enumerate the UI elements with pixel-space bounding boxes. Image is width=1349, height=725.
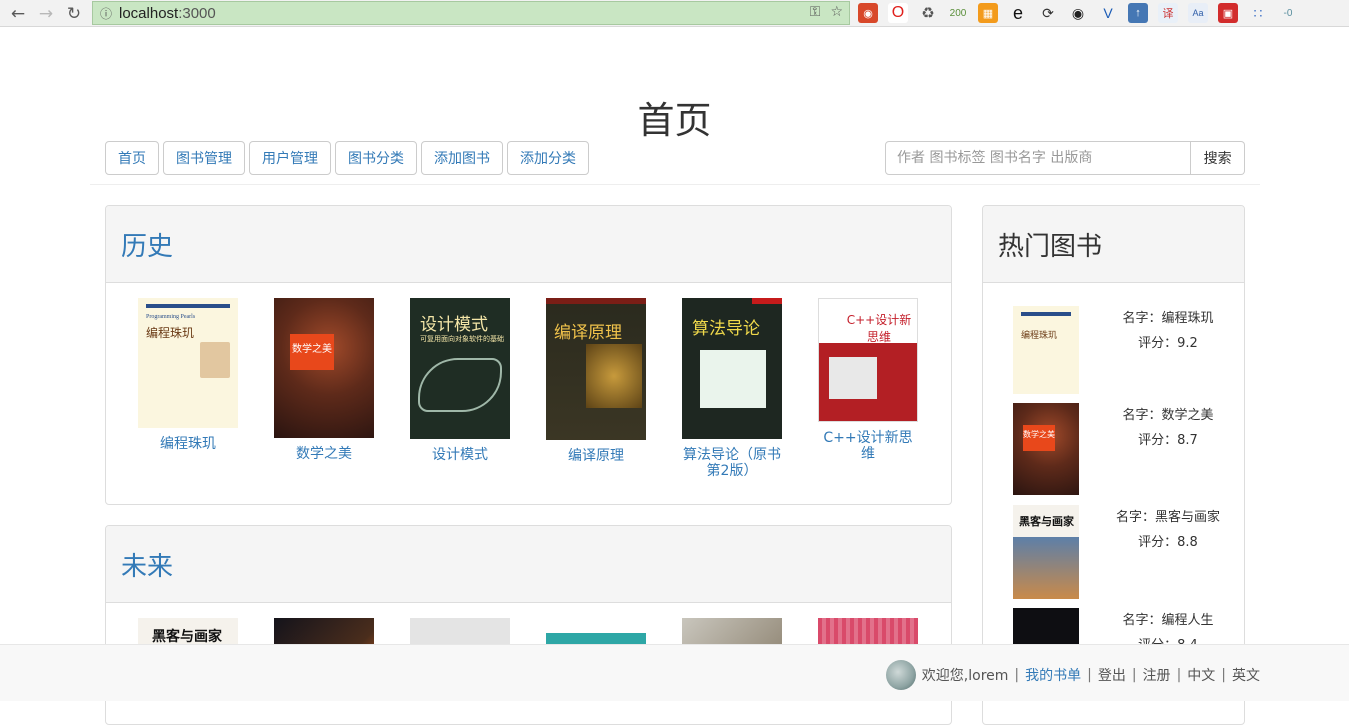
book-card[interactable]: 数学之美 数学之美 <box>274 298 374 462</box>
info-icon[interactable]: ⓘ <box>93 5 119 22</box>
separator: | <box>1221 667 1226 683</box>
user-menu: 欢迎您,lorem | 我的书单 | 登出 | 注册 | 中文 | 英文 <box>885 660 1260 690</box>
hot-book-score: 评分：8.7 <box>1138 433 1198 448</box>
forward-button[interactable]: → <box>32 0 60 27</box>
back-button[interactable]: ← <box>4 0 32 27</box>
lang-chinese-link[interactable]: 中文 <box>1187 665 1215 685</box>
category-title[interactable]: 历史 <box>121 226 173 263</box>
category-heading: 未来 <box>106 526 951 603</box>
search-button[interactable]: 搜索 <box>1191 141 1245 175</box>
book-title[interactable]: 编程珠玑 <box>138 436 238 452</box>
nav-add-book[interactable]: 添加图书 <box>421 141 503 175</box>
dots-icon[interactable]: ∷ <box>1248 3 1268 23</box>
logout-link[interactable]: 登出 <box>1098 665 1126 685</box>
pdf-icon[interactable]: ▣ <box>1218 3 1238 23</box>
extension-icon[interactable]: ◉ <box>858 3 878 23</box>
hot-book-score: 评分：9.2 <box>1138 336 1198 351</box>
sync-icon[interactable]: ⟳ <box>1038 3 1058 23</box>
separator: | <box>1014 667 1020 683</box>
my-books-link[interactable]: 我的书单 <box>1025 665 1081 685</box>
hot-book-name: 名字：数学之美 <box>1122 408 1214 423</box>
reload-button[interactable]: ↻ <box>60 0 88 27</box>
book-cover[interactable]: C++设计新思维 <box>818 298 918 422</box>
book-title[interactable]: 编译原理 <box>546 448 646 464</box>
category-heading: 历史 <box>106 206 951 283</box>
book-title[interactable]: C++设计新思维 <box>818 430 918 462</box>
hot-book-cover[interactable]: 数学之美 <box>1013 403 1079 495</box>
nav-add-category[interactable]: 添加分类 <box>507 141 589 175</box>
nav-home[interactable]: 首页 <box>105 141 159 175</box>
book-cover[interactable]: 数学之美 <box>274 298 374 438</box>
extension-badge[interactable]: 200 <box>948 3 968 23</box>
translate-icon[interactable]: 译 <box>1158 3 1178 23</box>
browser-toolbar: ← → ↻ ⓘ localhost:3000 ⚿ ☆ ◉ O ♻ 200 ▦ e… <box>0 0 1349 27</box>
footer-bar: 欢迎您,lorem | 我的书单 | 登出 | 注册 | 中文 | 英文 <box>0 644 1349 701</box>
book-cover[interactable]: 设计模式 可复用面向对象软件的基础 <box>410 298 510 439</box>
address-bar[interactable]: ⓘ localhost:3000 ⚿ ☆ <box>92 1 850 25</box>
book-cover[interactable]: Programming Pearls 编程珠玑 <box>138 298 238 428</box>
lang-english-link[interactable]: 英文 <box>1232 665 1260 685</box>
hot-book-name: 名字：编程人生 <box>1122 613 1214 628</box>
category-panel-history: 历史 Programming Pearls 编程珠玑 编程珠玑 数学之美 数学之美… <box>105 205 952 505</box>
recycle-icon[interactable]: ♻ <box>918 3 938 23</box>
separator: | <box>1176 667 1182 683</box>
hot-book-score: 评分：8.8 <box>1138 535 1198 550</box>
key-icon[interactable]: ⚿ <box>810 4 821 20</box>
book-title[interactable]: 算法导论（原书第2版） <box>682 447 782 479</box>
book-card[interactable]: 算法导论 算法导论（原书第2版） <box>682 298 782 479</box>
search-input[interactable] <box>885 141 1192 175</box>
avatar[interactable] <box>885 660 916 690</box>
upload-icon[interactable]: ↑ <box>1128 3 1148 23</box>
opera-icon[interactable]: O <box>888 3 908 23</box>
hot-book-name: 名字：黑客与画家 <box>1115 510 1220 525</box>
hot-book-cover[interactable]: 编程珠玑 <box>1013 306 1079 394</box>
separator: | <box>1087 667 1092 683</box>
register-link[interactable]: 注册 <box>1143 665 1171 685</box>
book-card[interactable]: 编译原理 编译原理 <box>546 298 646 464</box>
book-card[interactable]: Programming Pearls 编程珠玑 编程珠玑 <box>138 298 238 452</box>
hot-books-heading: 热门图书 <box>983 206 1244 283</box>
page-title: 首页 <box>637 99 712 142</box>
hot-book-info: 名字：编程珠玑 评分：9.2 <box>1093 306 1243 356</box>
search-form: 搜索 <box>885 141 1245 175</box>
hot-book-cover[interactable]: 黑客与画家 <box>1013 505 1079 599</box>
nav-book-categories[interactable]: 图书分类 <box>335 141 417 175</box>
book-card[interactable]: 设计模式 可复用面向对象软件的基础 设计模式 <box>410 298 510 463</box>
hot-books-title: 热门图书 <box>998 231 1103 262</box>
dictionary-icon[interactable]: Aa <box>1188 3 1208 23</box>
url-text: localhost:3000 <box>119 4 216 22</box>
book-title[interactable]: 设计模式 <box>410 447 510 463</box>
extensions-bar: ◉ O ♻ 200 ▦ e ⟳ ◉ V ↑ 译 Aa ▣ ∷ -0 <box>858 3 1298 23</box>
book-title[interactable]: 数学之美 <box>274 446 374 462</box>
category-title[interactable]: 未来 <box>121 546 173 583</box>
book-cover[interactable]: 编译原理 <box>546 298 646 440</box>
nav-book-management[interactable]: 图书管理 <box>163 141 245 175</box>
book-card[interactable]: C++设计新思维 C++设计新思维 <box>818 298 918 462</box>
divider <box>90 184 1260 185</box>
main-nav: 首页 图书管理 用户管理 图书分类 添加图书 添加分类 <box>105 141 589 175</box>
book-cover[interactable]: 算法导论 <box>682 298 782 439</box>
counter-icon[interactable]: -0 <box>1278 3 1298 23</box>
welcome-text: 欢迎您,lorem <box>921 668 1009 684</box>
hot-book-info: 名字：黑客与画家 评分：8.8 <box>1093 505 1243 555</box>
nav-user-management[interactable]: 用户管理 <box>249 141 331 175</box>
ie-icon[interactable]: e <box>1008 3 1028 23</box>
v-extension-icon[interactable]: V <box>1098 3 1118 23</box>
hot-book-info: 名字：数学之美 评分：8.7 <box>1093 403 1243 453</box>
mask-icon[interactable]: ◉ <box>1068 3 1088 23</box>
separator: | <box>1131 667 1137 683</box>
calculator-icon[interactable]: ▦ <box>978 3 998 23</box>
bookmark-star-icon[interactable]: ☆ <box>830 4 843 20</box>
hot-book-name: 名字：编程珠玑 <box>1122 311 1214 326</box>
